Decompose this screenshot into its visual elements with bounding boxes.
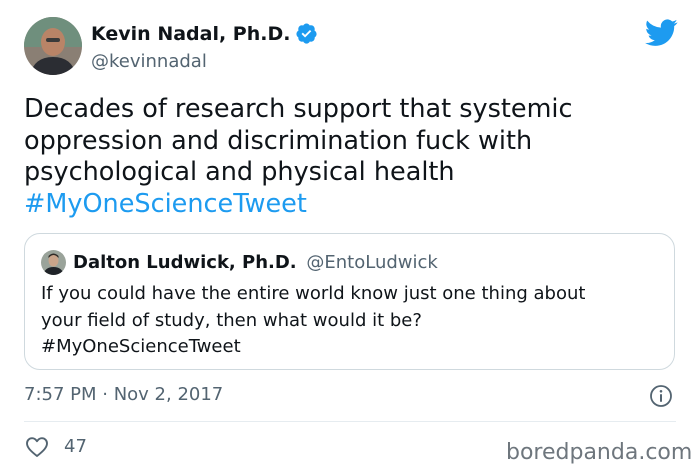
quoted-tweet-card[interactable]: Dalton Ludwick, Ph.D. @EntoLudwick If yo…	[24, 233, 675, 370]
tweet-text-line: Decades of research support that systemi…	[24, 94, 573, 124]
hashtag-link[interactable]: #MyOneScienceTweet	[24, 189, 674, 221]
tweet-timestamp[interactable]: 7:57 PM · Nov 2, 2017	[24, 384, 223, 405]
quoted-author-avatar[interactable]	[41, 250, 66, 275]
quoted-text-line: If you could have the entire world know …	[41, 283, 586, 304]
watermark: boredpanda.com	[506, 440, 693, 465]
author-avatar[interactable]	[24, 17, 82, 75]
quoted-tweet-text: If you could have the entire world know …	[41, 281, 661, 361]
heart-icon[interactable]	[25, 436, 49, 458]
tweet-text: Decades of research support that systemi…	[24, 94, 674, 220]
author-avatar-image	[24, 17, 82, 75]
tweet-text-line: psychological and physical health	[24, 157, 455, 187]
info-icon[interactable]	[649, 384, 673, 408]
twitter-bird-icon[interactable]	[645, 19, 678, 47]
quoted-author-row: Dalton Ludwick, Ph.D. @EntoLudwick	[73, 252, 438, 273]
divider	[24, 421, 676, 422]
tweet-text-line: oppression and discrimination fuck with	[24, 125, 533, 156]
author-handle[interactable]: @kevinnadal	[91, 51, 207, 72]
verified-badge-icon	[296, 23, 318, 44]
author-name[interactable]: Kevin Nadal, Ph.D.	[91, 23, 290, 45]
like-count: 47	[64, 436, 87, 457]
quoted-author-name[interactable]: Dalton Ludwick, Ph.D.	[73, 252, 297, 273]
quoted-text-line: your field of study, then what would it …	[41, 309, 422, 331]
quoted-hashtag: #MyOneScienceTweet	[41, 336, 241, 357]
author-name-row[interactable]: Kevin Nadal, Ph.D.	[91, 22, 318, 45]
quoted-author-handle[interactable]: @EntoLudwick	[306, 252, 437, 273]
quoted-author-avatar-image	[41, 250, 66, 275]
